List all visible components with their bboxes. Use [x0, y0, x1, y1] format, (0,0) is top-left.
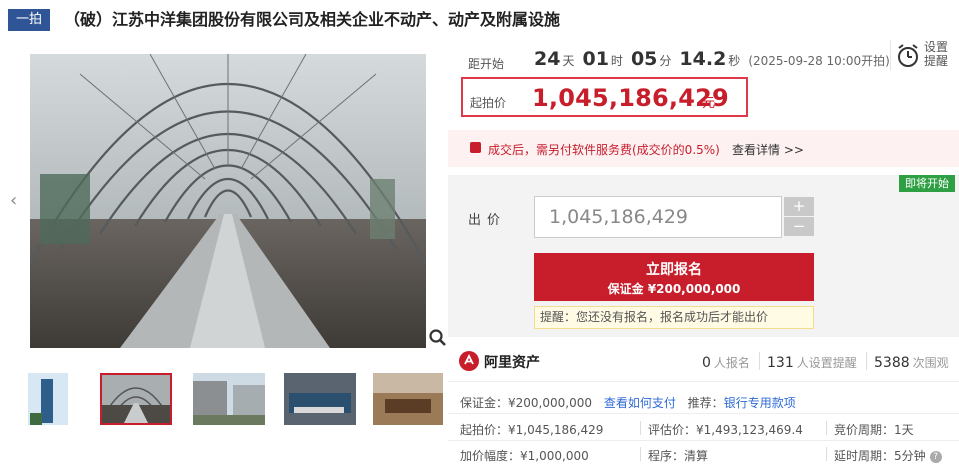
procedure-value: 清算: [684, 449, 709, 463]
countdown-label: 距开始: [468, 57, 505, 71]
signup-button[interactable]: 立即报名 保证金 ¥200,000,000: [534, 253, 814, 301]
deposit-info: 保证金：¥200,000,000 查看如何支付 推荐：银行专用款项: [460, 394, 796, 411]
procedure-info: 程序：清算: [648, 447, 708, 464]
divider: [640, 447, 641, 461]
appraisal-label: 评估价：: [648, 423, 697, 437]
help-icon[interactable]: ?: [929, 450, 942, 463]
increment-label: 加价幅度：: [460, 449, 521, 463]
deposit-value: ¥200,000,000: [508, 396, 592, 410]
delay-label: 延时周期：: [834, 449, 895, 463]
divider: [866, 352, 867, 370]
divider: [448, 413, 959, 414]
view-count: 5388 次围观: [874, 354, 949, 371]
start-price-label: 起拍价: [470, 96, 507, 110]
auction-round-badge: 一拍: [8, 9, 50, 31]
signup-count-value: 0: [702, 355, 711, 371]
remind-line2: 提醒: [924, 54, 949, 68]
thumbnail-2[interactable]: [100, 373, 172, 425]
start-time: (2025-09-28 10:00开拍): [748, 54, 890, 68]
set-reminder-button[interactable]: 设置 提醒: [924, 40, 948, 68]
procedure-label: 程序：: [648, 449, 685, 463]
bag-icon: [470, 142, 481, 153]
increment-value: ¥1,000,000: [520, 449, 589, 463]
days-unit: 天: [562, 54, 575, 68]
deposit-label: 保证金：: [460, 396, 509, 410]
how-to-pay-link[interactable]: 查看如何支付: [604, 396, 676, 410]
delay-info: 延时周期：5分钟?: [834, 447, 942, 464]
divider: [759, 352, 760, 370]
reminder-count-label: 人设置提醒: [796, 356, 857, 370]
platform-name: 阿里资产: [484, 355, 540, 371]
thumbnail-4[interactable]: [284, 373, 356, 425]
view-count-label: 次围观: [912, 356, 949, 370]
minutes-unit: 分: [659, 54, 672, 68]
remind-line1: 设置: [924, 40, 949, 54]
reminder-count-value: 131: [767, 355, 794, 371]
increase-bid-button[interactable]: +: [784, 197, 814, 216]
recommend-label: 推荐：: [687, 396, 724, 410]
divider: [448, 381, 959, 382]
countdown: 24 天 01 时 05 分 14.2 秒 (2025-09-28 10:00开拍): [534, 48, 890, 70]
signup-tip: 提醒：您还没有报名，报名成功后才能出价: [534, 306, 814, 329]
countdown-seconds: 14.2: [679, 48, 727, 70]
divider: [826, 447, 827, 461]
signup-deposit: 保证金 ¥200,000,000: [607, 282, 741, 296]
zoom-icon[interactable]: [428, 328, 448, 348]
cycle-value: 1天: [894, 423, 914, 437]
seconds-unit: 秒: [728, 54, 741, 68]
signup-count: 0 人报名: [702, 354, 750, 371]
start-price-unit: 元: [702, 96, 716, 111]
decrease-bid-button[interactable]: −: [784, 217, 814, 236]
reminder-count: 131 人设置提醒: [767, 354, 857, 371]
appraisal-value: ¥1,493,123,469.4: [696, 423, 803, 437]
bid-label: 出价: [468, 213, 507, 228]
fee-details-link[interactable]: 查看详情 >>: [732, 141, 804, 158]
increment-info: 加价幅度：¥1,000,000: [460, 447, 589, 464]
delay-value: 5分钟: [894, 449, 926, 463]
cycle-info: 竞价周期：1天: [834, 421, 914, 438]
main-image[interactable]: [30, 54, 426, 348]
start-price-value: 1,045,186,429: [532, 84, 729, 112]
page-title: （破）江苏中洋集团股份有限公司及相关企业不动产、动产及附属设施: [64, 10, 561, 29]
thumbnail-5[interactable]: [373, 373, 443, 425]
hours-unit: 时: [610, 54, 623, 68]
divider: [640, 421, 641, 435]
thumbnail-1[interactable]: [11, 373, 83, 425]
start-price-info: 起拍价：¥1,045,186,429: [460, 421, 603, 438]
countdown-minutes: 05: [630, 48, 658, 70]
bid-input[interactable]: 1,045,186,429: [534, 196, 782, 238]
countdown-days: 24: [534, 48, 561, 70]
ali-assets-logo-icon: [459, 351, 479, 371]
gallery-prev-icon[interactable]: ‹: [10, 190, 17, 211]
divider: [826, 421, 827, 435]
divider: [890, 40, 891, 70]
cycle-label: 竞价周期：: [834, 423, 895, 437]
countdown-hours: 01: [582, 48, 609, 70]
fee-notice-text: 成交后，需另付软件服务费(成交价的0.5%): [488, 143, 720, 157]
alarm-clock-icon[interactable]: [896, 42, 920, 70]
thumbnail-3[interactable]: [193, 373, 265, 425]
appraisal-info: 评估价：¥1,493,123,469.4: [648, 421, 803, 438]
bank-payment-link[interactable]: 银行专用款项: [724, 396, 796, 410]
status-badge: 即将开始: [899, 175, 955, 192]
view-count-value: 5388: [874, 355, 910, 371]
divider: [448, 440, 959, 441]
start-price-info-value: ¥1,045,186,429: [508, 423, 604, 437]
start-price-info-label: 起拍价：: [460, 423, 509, 437]
signup-count-label: 人报名: [713, 356, 750, 370]
signup-title: 立即报名: [646, 262, 702, 278]
